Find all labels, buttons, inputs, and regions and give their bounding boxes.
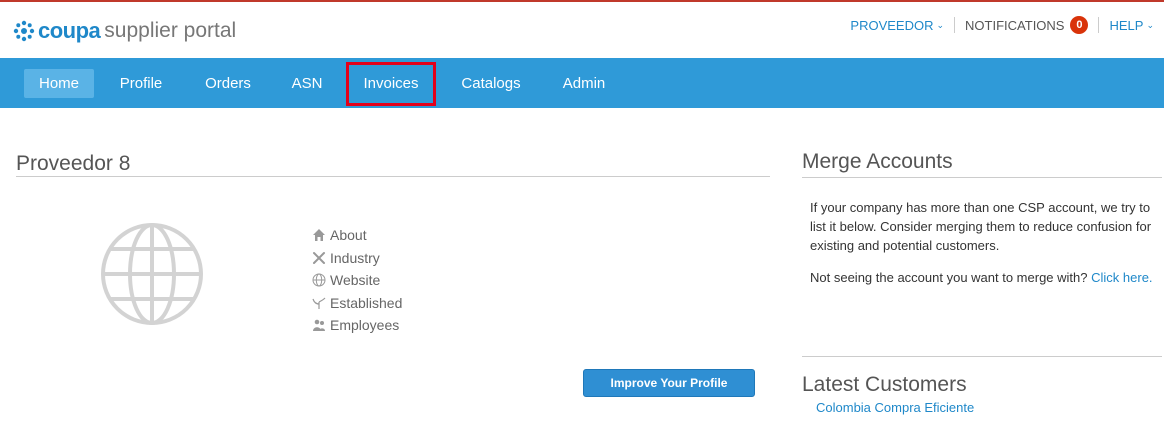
- click-here-link[interactable]: Click here.: [1091, 270, 1152, 285]
- tab-label: Admin: [562, 75, 606, 92]
- main-nav-bar: Home Profile Orders ASN Invoices Catalog…: [0, 58, 1164, 118]
- logo[interactable]: coupa supplier portal: [12, 14, 236, 48]
- info-label: Established: [330, 294, 403, 311]
- tab-catalogs[interactable]: Catalogs: [452, 69, 530, 98]
- tab-orders[interactable]: Orders: [196, 69, 260, 98]
- merge-help-text: Not seeing the account you want to merge…: [810, 268, 1160, 287]
- notifications-label: NOTIFICATIONS: [965, 17, 1065, 33]
- tab-admin[interactable]: Admin: [552, 69, 616, 98]
- info-label: About: [330, 227, 367, 244]
- improve-profile-button[interactable]: Improve Your Profile: [583, 369, 755, 397]
- divider: [954, 17, 956, 33]
- info-industry: Industry: [312, 247, 402, 270]
- tab-label: Catalogs: [461, 75, 521, 92]
- tools-icon: [313, 251, 325, 264]
- info-label: Industry: [330, 249, 380, 266]
- info-website: Website: [312, 269, 402, 292]
- help-label: HELP: [1109, 17, 1144, 33]
- plant-icon: [312, 297, 326, 309]
- globe-icon: [312, 273, 326, 287]
- tab-label: Home: [38, 75, 79, 92]
- chevron-down-icon: ⌄: [1146, 19, 1154, 30]
- logo-coupa-text: coupa: [38, 18, 101, 43]
- divider: [802, 356, 1162, 357]
- merge-accounts-title: Merge Accounts: [802, 150, 953, 173]
- tab-label: ASN: [291, 75, 323, 92]
- active-tab-caret: [51, 110, 67, 118]
- home-icon: [313, 229, 325, 242]
- latest-customers-title: Latest Customers: [802, 373, 967, 396]
- coupa-logo-icon: [13, 20, 35, 42]
- tab-label: Profile: [119, 75, 163, 92]
- tab-home[interactable]: Home: [24, 69, 94, 118]
- info-established: Established: [312, 292, 402, 315]
- info-about: About: [312, 224, 402, 247]
- info-employees: Employees: [312, 314, 402, 337]
- top-accent-line: [0, 0, 1164, 2]
- merge-description: If your company has more than one CSP ac…: [810, 200, 1152, 253]
- profile-info-list: About Industry Website Established Emplo…: [312, 224, 402, 337]
- not-seeing-text: Not seeing the account you want to merge…: [810, 270, 1088, 285]
- top-utility-nav: PROVEEDOR ⌄ NOTIFICATIONS 0 HELP ⌄: [850, 16, 1154, 34]
- customer-link[interactable]: Colombia Compra Eficiente: [816, 400, 974, 415]
- info-label: Website: [330, 272, 381, 289]
- help-menu[interactable]: HELP ⌄: [1109, 18, 1154, 33]
- divider: [16, 176, 770, 177]
- divider: [802, 177, 1162, 178]
- tab-profile[interactable]: Profile: [110, 69, 172, 98]
- divider: [1098, 17, 1100, 33]
- notifications-count-badge: 0: [1070, 16, 1089, 34]
- chevron-down-icon: ⌄: [936, 19, 945, 30]
- invoices-highlight-box: [346, 62, 436, 106]
- people-icon: [313, 319, 325, 332]
- tab-label: Orders: [205, 75, 251, 92]
- page-title: Proveedor 8: [16, 152, 131, 175]
- info-label: Employees: [330, 317, 400, 334]
- tab-asn[interactable]: ASN: [284, 69, 330, 98]
- notifications-menu[interactable]: NOTIFICATIONS 0: [965, 16, 1089, 34]
- globe-placeholder-icon: [101, 223, 203, 325]
- account-menu[interactable]: PROVEEDOR ⌄: [850, 18, 944, 33]
- logo-portal-text: supplier portal: [104, 19, 237, 42]
- account-menu-label: PROVEEDOR: [850, 17, 934, 33]
